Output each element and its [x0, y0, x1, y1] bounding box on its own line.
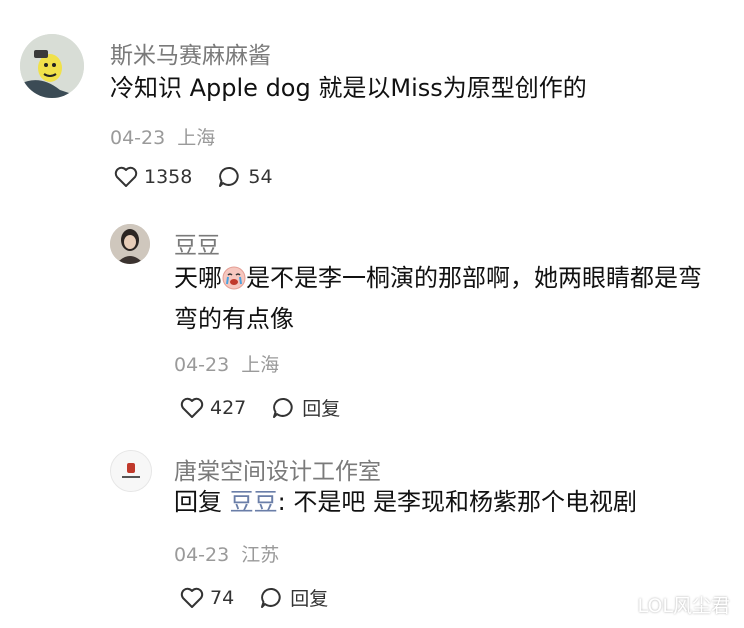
- reply-actions: 74 回复: [180, 584, 354, 611]
- username[interactable]: 豆豆: [174, 226, 220, 260]
- like-button[interactable]: 1358: [114, 166, 192, 188]
- avatar[interactable]: [110, 224, 150, 264]
- like-button[interactable]: 427: [180, 397, 246, 419]
- comment-meta: 04-23 上海: [110, 123, 215, 150]
- reply-button-label: 回复: [302, 398, 341, 420]
- like-count: 74: [210, 586, 235, 609]
- reply-text: 天哪 是不是李一桐演的那部啊，她两眼睛都是弯弯的有点像: [174, 260, 722, 338]
- reply-actions: 427 回复: [180, 394, 366, 421]
- heart-icon: [114, 166, 138, 187]
- reply-text: 回复 豆豆: 不是吧 是李现和杨紫那个电视剧: [174, 484, 734, 521]
- reply-date: 04-23: [174, 544, 230, 566]
- comment-date: 04-23: [110, 127, 166, 149]
- like-button[interactable]: 74: [180, 587, 234, 609]
- comment-bubble-icon: [273, 397, 293, 418]
- reply-location: 江苏: [241, 544, 280, 566]
- comment-location: 上海: [177, 127, 216, 149]
- reply-count-button[interactable]: 54: [218, 166, 273, 188]
- reply-button[interactable]: 回复: [272, 394, 340, 421]
- comment-item: 斯米马赛麻麻酱 冷知识 Apple dog 就是以Miss为原型创作的 04-2…: [0, 0, 744, 210]
- cartoon-avatar-icon: [20, 34, 84, 98]
- reply-text-body: : 不是吧 是李现和杨紫那个电视剧: [277, 488, 637, 516]
- studio-logo-icon: [111, 451, 151, 491]
- reply-meta: 04-23 江苏: [174, 540, 279, 567]
- comment-bubble-icon: [261, 587, 281, 608]
- reply-date: 04-23: [174, 354, 230, 376]
- comment-bubble-icon: [219, 166, 239, 187]
- reply-prefix: 回复: [174, 488, 222, 516]
- username[interactable]: 斯米马赛麻麻酱: [110, 36, 271, 70]
- reply-button[interactable]: 回复: [260, 584, 328, 611]
- username[interactable]: 唐棠空间设计工作室: [174, 452, 381, 486]
- reply-text-end: 是不是李一桐演的那部啊，她两眼睛都是弯弯的有点像: [174, 264, 702, 333]
- avatar[interactable]: [20, 34, 84, 98]
- watermark: LOL风尘君: [637, 595, 730, 617]
- reply-meta: 04-23 上海: [174, 350, 279, 377]
- avatar[interactable]: [110, 450, 152, 492]
- reply-text-start: 天哪: [174, 264, 222, 292]
- comment-actions: 1358 54: [114, 166, 299, 188]
- heart-icon: [180, 397, 204, 418]
- crying-face-emoji-icon: [222, 264, 246, 301]
- mention-link[interactable]: 豆豆: [230, 488, 278, 516]
- reply-item: 唐棠空间设计工作室 回复 豆豆: 不是吧 是李现和杨紫那个电视剧 04-23 江…: [0, 440, 744, 628]
- user-photo-icon: [110, 224, 150, 264]
- comment-text: 冷知识 Apple dog 就是以Miss为原型创作的: [110, 74, 587, 102]
- like-count: 427: [210, 396, 247, 419]
- reply-count: 54: [248, 166, 273, 188]
- like-count: 1358: [144, 166, 193, 188]
- reply-location: 上海: [241, 354, 280, 376]
- reply-item: 豆豆 天哪 是不是李一桐演的那部啊，她两眼睛都是弯弯的有点像 04-23 上海 4…: [0, 210, 744, 440]
- reply-button-label: 回复: [290, 588, 329, 610]
- heart-icon: [180, 587, 204, 608]
